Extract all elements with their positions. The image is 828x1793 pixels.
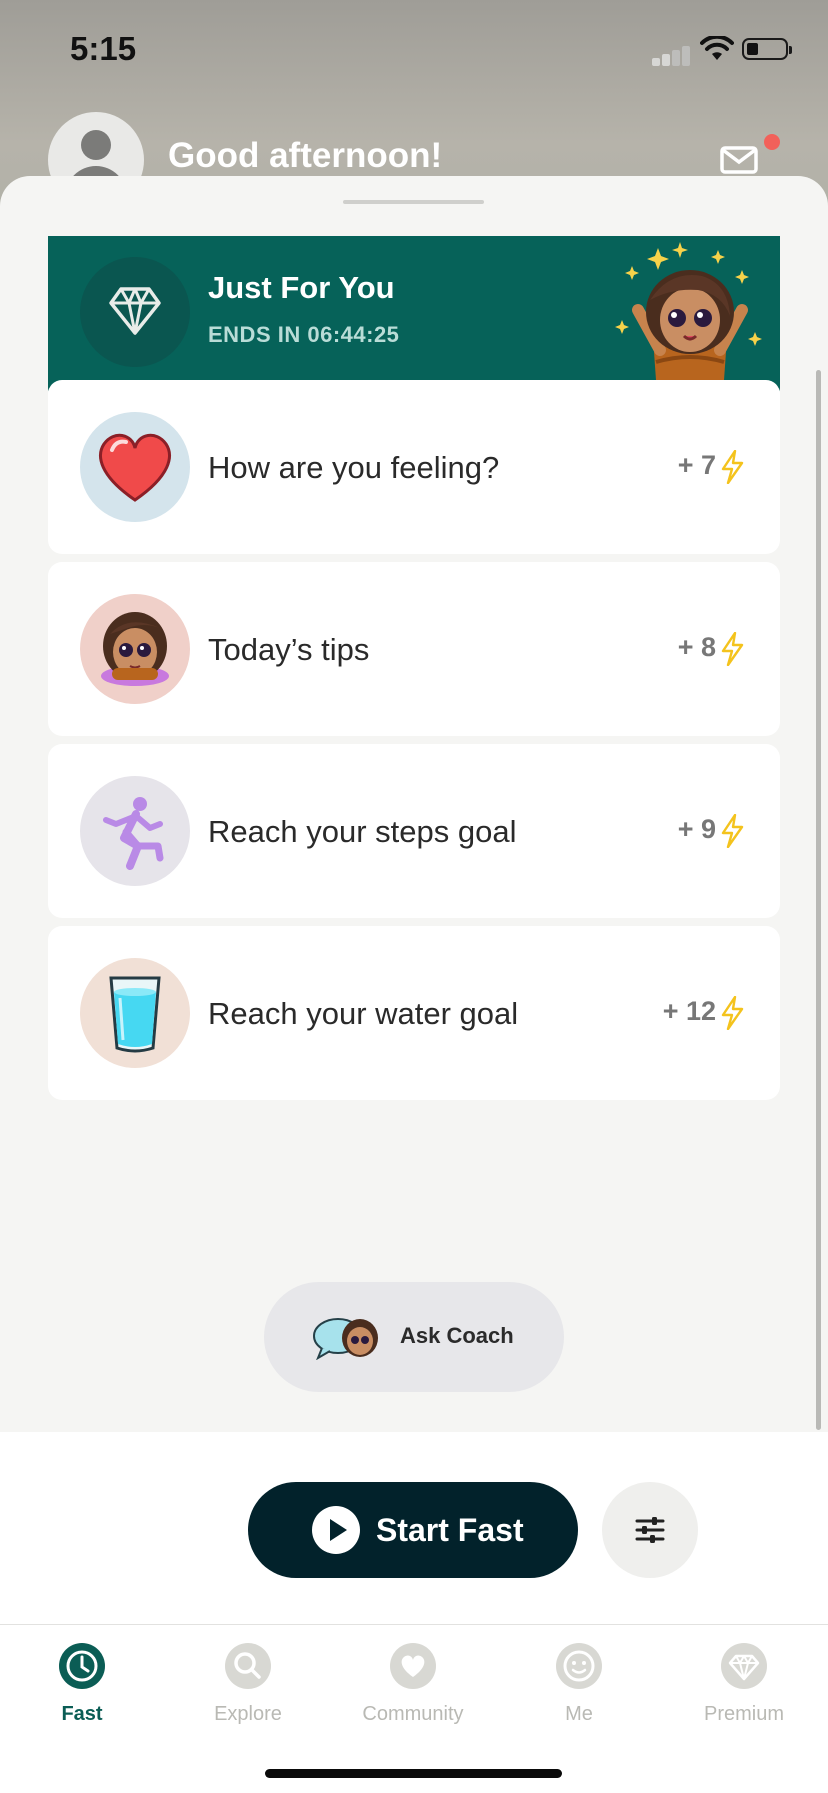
home-indicator — [265, 1769, 562, 1778]
diamond-icon — [721, 1643, 767, 1689]
sheet-grabber-handle[interactable] — [343, 200, 484, 204]
task-card-feeling[interactable]: How are you feeling? + 7 — [48, 380, 780, 554]
cellular-signal-icon — [652, 46, 692, 66]
coach-avatar-icon — [80, 594, 190, 704]
lightning-bolt-icon — [721, 814, 744, 848]
search-icon — [225, 1643, 271, 1689]
fast-settings-button[interactable] — [602, 1482, 698, 1578]
lightning-bolt-icon — [721, 996, 744, 1030]
battery-icon — [742, 38, 792, 60]
task-points: + 12 — [662, 996, 716, 1026]
start-fast-button[interactable]: Start Fast — [248, 1482, 578, 1578]
task-points: + 7 — [677, 450, 716, 480]
task-points: + 8 — [677, 632, 716, 662]
tab-bar: Fast Explore Community Me Premium — [0, 1624, 828, 1793]
water-glass-icon — [80, 958, 190, 1068]
tab-label: Community — [362, 1703, 464, 1725]
promo-title: Just For You — [208, 270, 395, 305]
heart-icon — [390, 1643, 436, 1689]
task-card-tips[interactable]: Today’s tips + 8 — [48, 562, 780, 736]
tab-label: Me — [565, 1703, 593, 1725]
running-person-icon — [80, 776, 190, 886]
lightning-bolt-icon — [721, 632, 744, 666]
tab-label: Explore — [214, 1703, 282, 1725]
tab-explore[interactable]: Explore — [173, 1643, 323, 1743]
tab-premium[interactable]: Premium — [669, 1643, 819, 1743]
scrollbar[interactable] — [816, 370, 821, 1430]
task-card-steps[interactable]: Reach your steps goal + 9 — [48, 744, 780, 918]
tab-fast[interactable]: Fast — [7, 1643, 157, 1743]
status-bar: 5:15 — [0, 0, 828, 100]
smiley-icon — [556, 1643, 602, 1689]
task-points: + 9 — [677, 814, 716, 844]
start-fast-label: Start Fast — [376, 1512, 524, 1548]
tab-community[interactable]: Community — [338, 1643, 488, 1743]
heart-icon — [80, 412, 190, 522]
tab-label: Premium — [703, 1703, 784, 1725]
diamond-icon — [80, 257, 190, 367]
task-card-water[interactable]: Reach your water goal + 12 — [48, 926, 780, 1100]
task-label: Reach your water goal — [208, 996, 519, 1031]
action-area: Start Fast — [0, 1432, 828, 1624]
chat-bubble-coach-icon — [313, 1318, 378, 1360]
task-label: Reach your steps goal — [208, 814, 517, 849]
status-time: 5:15 — [70, 30, 137, 67]
play-icon — [312, 1506, 360, 1554]
mail-icon[interactable] — [720, 146, 758, 174]
lightning-bolt-icon — [721, 450, 744, 484]
greeting-title: Good afternoon! — [168, 136, 443, 175]
ask-coach-button[interactable]: Ask Coach — [264, 1282, 564, 1392]
tab-me[interactable]: Me — [504, 1643, 654, 1743]
task-label: How are you feeling? — [208, 450, 500, 485]
clock-icon — [59, 1643, 105, 1689]
task-label: Today’s tips — [208, 632, 370, 667]
ask-coach-label: Ask Coach — [400, 1323, 514, 1348]
notification-badge — [764, 134, 780, 150]
wifi-icon — [700, 36, 734, 60]
tab-label: Fast — [61, 1703, 103, 1725]
celebrating-coach-illustration — [615, 242, 762, 402]
bottom-sheet[interactable]: Just For You ENDS IN 06:44:25 How are yo… — [0, 176, 828, 1432]
sliders-icon — [635, 1517, 665, 1543]
promo-countdown: ENDS IN 06:44:25 — [208, 322, 400, 347]
just-for-you-promo[interactable]: Just For You ENDS IN 06:44:25 — [48, 236, 780, 402]
